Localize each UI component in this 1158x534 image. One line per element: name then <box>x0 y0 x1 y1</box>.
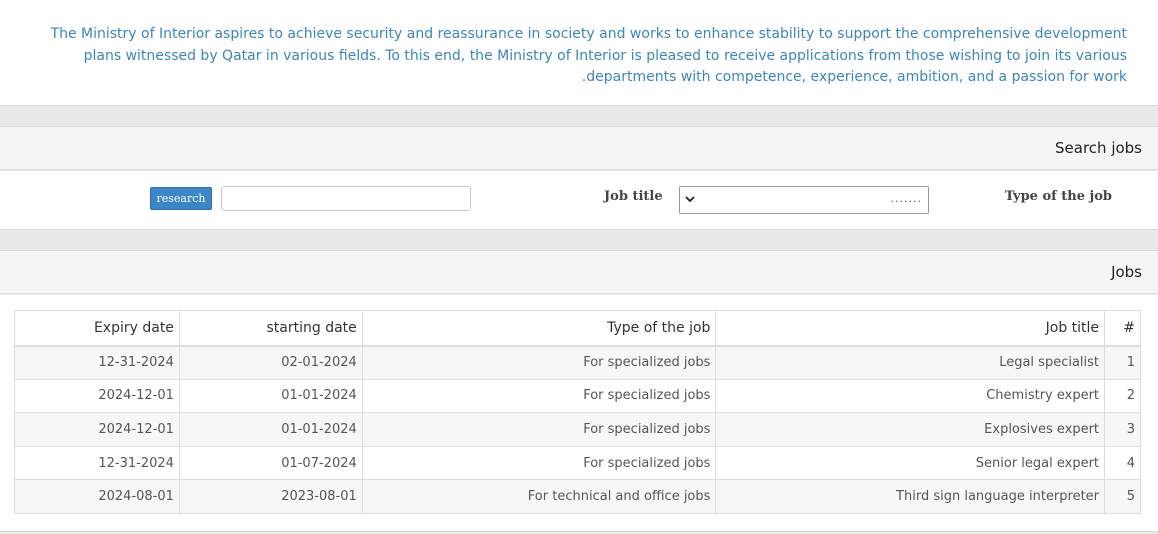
table-row[interactable]: 2 Chemistry expert For specialized jobs … <box>14 378 1141 414</box>
job-type-label: Type of the job <box>1004 189 1112 204</box>
jobs-title: Jobs <box>1111 263 1142 281</box>
cell-num: 3 <box>1104 412 1141 447</box>
cell-title: Explosives expert <box>715 412 1106 447</box>
research-button[interactable]: research <box>150 187 212 210</box>
cell-expiry: 12-31-2024 <box>14 445 180 481</box>
search-jobs-title: Search jobs <box>1055 139 1142 157</box>
cell-title: Chemistry expert <box>715 378 1106 414</box>
cell-expiry: 2024-08-01 <box>14 479 180 514</box>
chevron-down-icon <box>685 196 695 203</box>
cell-num: 5 <box>1104 479 1141 514</box>
cell-type: For specialized jobs <box>361 345 717 380</box>
table-row[interactable]: 5 Third sign language interpreter For te… <box>14 479 1141 514</box>
job-title-label: Job title <box>604 189 663 204</box>
job-type-select[interactable]: ....... <box>679 186 929 214</box>
jobs-panel: # Job title Type of the job starting dat… <box>0 295 1158 532</box>
cell-type: For specialized jobs <box>361 378 717 414</box>
table-row[interactable]: 1 Legal specialist For specialized jobs … <box>14 345 1141 380</box>
column-header-title: Job title <box>715 310 1106 347</box>
search-jobs-heading: Search jobs <box>0 126 1158 170</box>
cell-num: 1 <box>1104 345 1141 380</box>
cell-expiry: 2024-12-01 <box>14 378 180 414</box>
table-row[interactable]: 3 Explosives expert For specialized jobs… <box>14 412 1141 447</box>
cell-start: 2023-08-01 <box>178 479 363 514</box>
cell-start: 01-01-2024 <box>178 412 363 447</box>
cell-num: 4 <box>1104 445 1141 481</box>
table-row[interactable]: 4 Senior legal expert For specialized jo… <box>14 445 1141 481</box>
table-header-row: # Job title Type of the job starting dat… <box>14 310 1141 347</box>
jobs-table: # Job title Type of the job starting dat… <box>14 310 1141 514</box>
jobs-heading: Jobs <box>0 250 1158 294</box>
job-type-select-value: ....... <box>890 192 922 205</box>
column-header-num: # <box>1104 310 1141 347</box>
cell-expiry: 12-31-2024 <box>14 345 180 380</box>
cell-title: Legal specialist <box>715 345 1106 380</box>
search-form: Type of the job ....... Job title resear… <box>0 171 1158 230</box>
column-header-type: Type of the job <box>361 310 717 347</box>
column-header-start: starting date <box>178 310 363 347</box>
column-header-expiry: Expiry date <box>14 310 180 347</box>
cell-start: 01-01-2024 <box>178 378 363 414</box>
intro-text: The Ministry of Interior aspires to achi… <box>50 26 1127 85</box>
cell-num: 2 <box>1104 378 1141 414</box>
cell-title: Senior legal expert <box>715 445 1106 481</box>
cell-start: 01-07-2024 <box>178 445 363 481</box>
cell-type: For technical and office jobs <box>361 479 717 514</box>
cell-type: For specialized jobs <box>361 412 717 447</box>
intro-section: The Ministry of Interior aspires to achi… <box>0 0 1158 106</box>
job-title-input[interactable] <box>221 186 471 211</box>
cell-title: Third sign language interpreter <box>715 479 1106 514</box>
cell-expiry: 2024-12-01 <box>14 412 180 447</box>
cell-start: 02-01-2024 <box>178 345 363 380</box>
cell-type: For specialized jobs <box>361 445 717 481</box>
